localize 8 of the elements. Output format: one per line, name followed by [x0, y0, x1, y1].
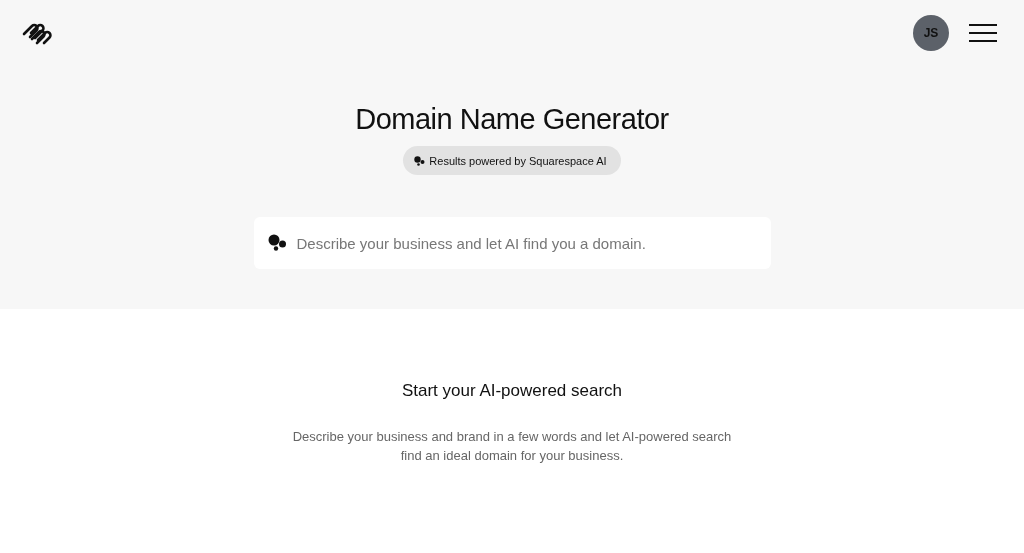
search-field[interactable]: Describe your business and let AI find you a domain. [253, 217, 771, 269]
avatar[interactable]: JS [913, 14, 949, 51]
description-text: Describe your business and brand in a few words and let AI-powered search find an ideal domain for your business. [292, 428, 732, 465]
ai-badge: Results powered by Squarespace AI [403, 146, 621, 175]
section-heading: Start your AI-powered search [401, 381, 623, 401]
page-title: Domain Name Generator [355, 103, 669, 136]
menu-icon[interactable] [969, 23, 997, 42]
ai-icon [414, 155, 426, 166]
